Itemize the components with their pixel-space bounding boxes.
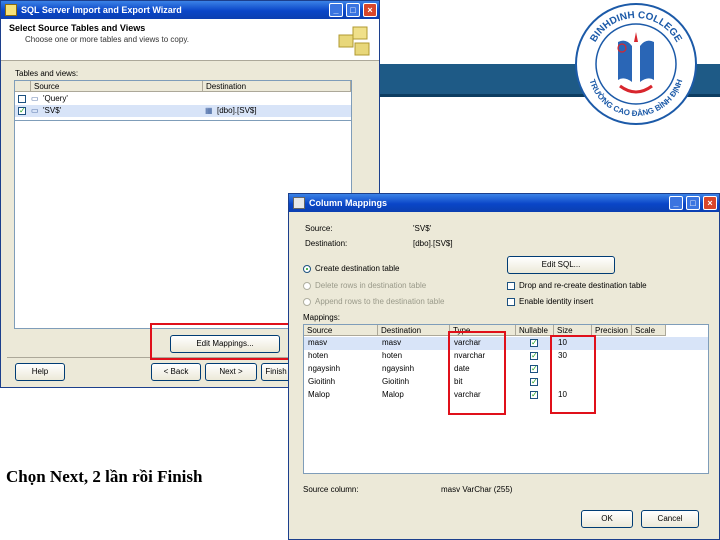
help-button[interactable]: Help	[15, 363, 65, 381]
source-cell: 'SV$'	[43, 106, 62, 115]
drop-recreate-label: Drop and re-create destination table	[519, 281, 647, 290]
next-button[interactable]: Next >	[205, 363, 257, 381]
tables-grid[interactable]: Source Destination ▭ 'Query' ✓ ▭ 'SV$' ▦…	[14, 80, 352, 121]
wizard-title: SQL Server Import and Export Wizard	[21, 5, 182, 15]
page-subtitle: Choose one or more tables and views to c…	[25, 35, 189, 44]
minimize-icon[interactable]: _	[669, 196, 683, 210]
source-cell: Malop	[308, 390, 330, 399]
mappings-label: Mappings:	[303, 313, 340, 322]
delete-rows-radio[interactable]	[303, 282, 311, 290]
destination-cell: hoten	[382, 351, 403, 360]
destination-cell: [dbo].[SV$]	[217, 106, 257, 115]
back-button[interactable]: < Back	[151, 363, 201, 381]
mappings-title: Column Mappings	[309, 198, 387, 208]
destination-cell: masv	[382, 338, 402, 347]
select-all-header	[15, 81, 31, 92]
row-checkbox[interactable]	[18, 95, 26, 103]
finish-button[interactable]: Finish	[261, 363, 291, 381]
col-nullable-header[interactable]: Nullable	[516, 325, 554, 336]
row-checkbox[interactable]: ✓	[18, 107, 26, 115]
table-row-selected[interactable]: ✓ ▭ 'SV$' ▦ [dbo].[SV$]	[15, 105, 351, 117]
create-table-label: Create destination table	[315, 264, 400, 273]
drop-recreate-checkbox[interactable]	[507, 282, 515, 290]
append-rows-label: Append rows to the destination table	[315, 297, 445, 306]
nullable-checkbox[interactable]: ✓	[530, 352, 538, 360]
destination-value: [dbo].[SV$]	[413, 239, 453, 248]
source-cell: hoten	[308, 351, 329, 360]
table-icon: ▦	[205, 106, 213, 115]
source-cell: Gioitinh	[308, 377, 336, 386]
nullable-checkbox[interactable]: ✓	[530, 391, 538, 399]
close-icon[interactable]: ×	[363, 3, 377, 17]
edit-sql-button[interactable]: Edit SQL...	[507, 256, 615, 274]
highlight-edit-mappings	[150, 323, 294, 360]
slide-caption: Chọn Next, 2 lần rồi Finish	[6, 467, 203, 486]
nullable-checkbox[interactable]: ✓	[530, 378, 538, 386]
source-value: 'SV$'	[413, 224, 432, 233]
identity-insert-checkbox[interactable]	[507, 298, 515, 306]
destination-label: Destination:	[305, 239, 348, 248]
col-scale-header[interactable]: Scale	[632, 325, 666, 336]
source-label: Source:	[305, 224, 333, 233]
destination-cell: ngaysinh	[382, 364, 415, 373]
source-cell: masv	[308, 338, 328, 347]
col-precision-header[interactable]: Precision	[592, 325, 632, 336]
create-table-radio[interactable]	[303, 265, 311, 273]
identity-insert-label: Enable identity insert	[519, 297, 594, 306]
col-destination-header[interactable]: Destination	[203, 81, 351, 92]
table-icon: ▭	[31, 94, 39, 103]
mappings-grid[interactable]: Source Destination Type Nullable Size Pr…	[303, 324, 709, 474]
minimize-icon[interactable]: _	[329, 3, 343, 17]
nullable-checkbox[interactable]: ✓	[530, 339, 538, 347]
wizard-graphic-icon	[338, 26, 370, 56]
cancel-button[interactable]: Cancel	[641, 510, 699, 528]
college-logo: BINHDINH COLLEGE TRƯỜNG CAO ĐẲNG BÌNH ĐỊ…	[575, 3, 697, 125]
highlight-type-column	[448, 331, 506, 415]
source-column-value: masv VarChar (255)	[441, 485, 513, 494]
wizard-header: Select Source Tables and Views Choose on…	[1, 19, 379, 61]
app-icon	[5, 4, 17, 16]
tables-views-label: Tables and views:	[15, 69, 79, 78]
maximize-icon[interactable]: □	[686, 196, 700, 210]
highlight-size-column	[550, 335, 596, 414]
destination-cell: Malop	[382, 390, 404, 399]
col-source-header[interactable]: Source	[304, 325, 378, 336]
delete-rows-label: Delete rows in destination table	[315, 281, 427, 290]
table-icon: ▭	[31, 106, 39, 115]
source-column-label: Source column:	[303, 485, 359, 494]
destination-cell: Gioitinh	[382, 377, 410, 386]
nullable-checkbox[interactable]: ✓	[530, 365, 538, 373]
wizard-titlebar[interactable]: SQL Server Import and Export Wizard _ □ …	[1, 1, 379, 19]
dialog-icon	[293, 197, 305, 209]
close-icon[interactable]: ×	[703, 196, 717, 210]
table-row-selected[interactable]: masv masv varchar ✓ 10	[304, 337, 708, 350]
ok-button[interactable]: OK	[581, 510, 633, 528]
source-cell: 'Query'	[43, 94, 68, 103]
append-rows-radio[interactable]	[303, 298, 311, 306]
mappings-titlebar[interactable]: Column Mappings _ □ ×	[289, 194, 719, 212]
maximize-icon[interactable]: □	[346, 3, 360, 17]
source-cell: ngaysinh	[308, 364, 341, 373]
col-source-header[interactable]: Source	[31, 81, 203, 92]
page-title: Select Source Tables and Views	[9, 23, 146, 33]
col-destination-header[interactable]: Destination	[378, 325, 450, 336]
